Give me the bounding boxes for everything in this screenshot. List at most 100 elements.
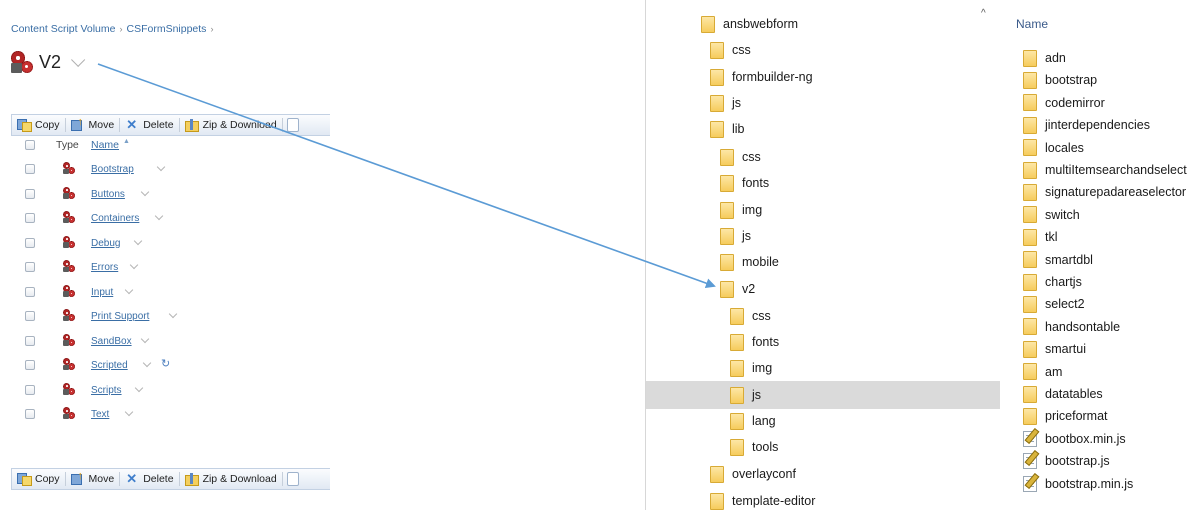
- tree-folder-item[interactable]: js: [720, 223, 751, 249]
- file-list-folder-item[interactable]: priceformat: [1023, 405, 1108, 427]
- file-list-js-item[interactable]: bootbox.min.js: [1023, 428, 1126, 450]
- delete-button[interactable]: Delete: [120, 115, 178, 135]
- file-list-folder-item[interactable]: signaturepadareaselector: [1023, 181, 1186, 203]
- toolbar-divider: [281, 472, 283, 486]
- row-menu-chevron-icon[interactable]: [129, 260, 139, 270]
- breadcrumb-item-volume[interactable]: Content Script Volume: [11, 23, 115, 35]
- delete-button[interactable]: Delete: [120, 469, 178, 489]
- tree-folder-item[interactable]: css: [720, 144, 761, 170]
- tree-folder-item[interactable]: tools: [730, 434, 778, 460]
- row-checkbox[interactable]: [25, 188, 35, 199]
- folder-icon: [1023, 183, 1037, 201]
- refresh-icon[interactable]: ↻: [161, 357, 170, 370]
- folder-icon: [730, 438, 744, 456]
- tree-folder-item[interactable]: overlayconf: [710, 461, 796, 487]
- row-menu-chevron-icon[interactable]: [142, 358, 152, 368]
- file-list-folder-item[interactable]: chartjs: [1023, 271, 1082, 293]
- tree-folder-item[interactable]: css: [730, 303, 771, 329]
- file-list-folder-item[interactable]: handsontable: [1023, 316, 1120, 338]
- file-list-folder-item[interactable]: bootstrap: [1023, 69, 1097, 91]
- row-checkbox[interactable]: [25, 237, 35, 248]
- zip-download-button[interactable]: Zip & Download: [180, 115, 282, 135]
- tree-folder-item[interactable]: mobile: [720, 249, 779, 275]
- row-menu-chevron-icon[interactable]: [124, 407, 134, 417]
- tree-folder-item[interactable]: template-editor: [710, 488, 815, 514]
- row-menu-chevron-icon[interactable]: [154, 211, 164, 221]
- tree-folder-item[interactable]: img: [720, 197, 762, 223]
- file-list-folder-item[interactable]: switch: [1023, 204, 1080, 226]
- file-list-js-item[interactable]: bootstrap.js: [1023, 450, 1110, 472]
- file-list-folder-item[interactable]: locales: [1023, 137, 1084, 159]
- item-name-link[interactable]: Errors: [91, 262, 118, 273]
- folder-icon: [1023, 116, 1037, 134]
- copy-button[interactable]: Copy: [12, 115, 65, 135]
- tree-folder-item[interactable]: lang: [730, 408, 776, 434]
- file-list-js-item[interactable]: bootstrap.min.js: [1023, 473, 1133, 495]
- item-name-link[interactable]: Text: [91, 409, 109, 420]
- tree-folder-item[interactable]: lib: [710, 116, 745, 142]
- file-list-folder-item[interactable]: smartui: [1023, 338, 1086, 360]
- column-header-name[interactable]: Name: [91, 139, 119, 151]
- item-name-link[interactable]: Print Support: [91, 311, 149, 322]
- row-checkbox[interactable]: [25, 311, 35, 321]
- tree-folder-item[interactable]: js: [710, 90, 741, 116]
- tree-folder-item[interactable]: ansbwebform: [701, 11, 798, 37]
- tree-folder-item[interactable]: formbuilder-ng: [710, 64, 813, 90]
- row-checkbox[interactable]: [25, 213, 35, 223]
- file-list-folder-item[interactable]: multiItemsearchandselect: [1023, 159, 1187, 181]
- file-list-folder-item[interactable]: smartdbl: [1023, 249, 1093, 271]
- row-checkbox[interactable]: [25, 409, 35, 419]
- tree-folder-label: overlayconf: [732, 467, 796, 481]
- breadcrumb-item-csformsnippets[interactable]: CSFormSnippets: [126, 23, 206, 35]
- file-list-folder-item[interactable]: am: [1023, 361, 1062, 383]
- row-menu-chevron-icon[interactable]: [156, 162, 166, 172]
- item-name-link[interactable]: SandBox: [91, 336, 132, 347]
- row-checkbox[interactable]: [25, 262, 35, 272]
- row-checkbox[interactable]: [25, 164, 35, 174]
- item-name-link[interactable]: Input: [91, 287, 113, 298]
- tree-folder-item[interactable]: fonts: [720, 170, 769, 196]
- folder-icon: [1023, 251, 1037, 269]
- scroll-up-icon[interactable]: ^: [981, 8, 986, 19]
- file-list-folder-item[interactable]: adn: [1023, 47, 1066, 69]
- file-list-folder-item[interactable]: codemirror: [1023, 92, 1105, 114]
- item-name-link[interactable]: Buttons: [91, 189, 125, 200]
- row-menu-chevron-icon[interactable]: [168, 309, 178, 319]
- row-menu-chevron-icon[interactable]: [140, 334, 150, 343]
- folder-icon: [710, 465, 724, 483]
- row-checkbox[interactable]: [25, 360, 35, 370]
- item-name-link[interactable]: Bootstrap: [91, 164, 134, 175]
- content-script-gear-icon: [63, 211, 75, 223]
- tree-folder-item[interactable]: css: [710, 37, 751, 63]
- row-checkbox[interactable]: [25, 384, 35, 395]
- item-name-link[interactable]: Scripted: [91, 360, 128, 371]
- row-menu-chevron-icon[interactable]: [133, 236, 143, 245]
- zip-download-button[interactable]: Zip & Download: [180, 469, 282, 489]
- file-list-folder-item[interactable]: tkl: [1023, 226, 1058, 248]
- file-list-folder-item[interactable]: select2: [1023, 293, 1085, 315]
- row-menu-chevron-icon[interactable]: [124, 285, 134, 294]
- item-name-link[interactable]: Scripts: [91, 385, 122, 396]
- title-menu-chevron-icon[interactable]: [71, 52, 86, 67]
- row-checkbox[interactable]: [25, 286, 35, 297]
- row-menu-chevron-icon[interactable]: [140, 187, 150, 196]
- copy-button[interactable]: Copy: [12, 469, 65, 489]
- tree-folder-item[interactable]: fonts: [730, 329, 779, 355]
- column-header-name[interactable]: Name: [1016, 17, 1048, 31]
- tree-folder-item[interactable]: img: [730, 355, 772, 381]
- more-actions-button[interactable]: [286, 118, 299, 132]
- item-name-link[interactable]: Containers: [91, 213, 139, 224]
- file-list-folder-item[interactable]: jinterdependencies: [1023, 114, 1150, 136]
- breadcrumb: Content Script Volume › CSFormSnippets ›: [11, 23, 217, 35]
- move-button[interactable]: Move: [66, 115, 120, 135]
- item-name-link[interactable]: Debug: [91, 238, 120, 249]
- row-checkbox[interactable]: [25, 335, 35, 346]
- row-menu-chevron-icon[interactable]: [134, 383, 144, 392]
- more-actions-button[interactable]: [286, 472, 299, 486]
- move-button[interactable]: Move: [66, 469, 120, 489]
- tree-folder-item[interactable]: js: [730, 382, 761, 408]
- file-list-label: multiItemsearchandselect: [1045, 163, 1187, 177]
- select-all-checkbox[interactable]: [25, 140, 35, 150]
- tree-folder-item[interactable]: v2: [720, 276, 755, 302]
- file-list-folder-item[interactable]: datatables: [1023, 383, 1103, 405]
